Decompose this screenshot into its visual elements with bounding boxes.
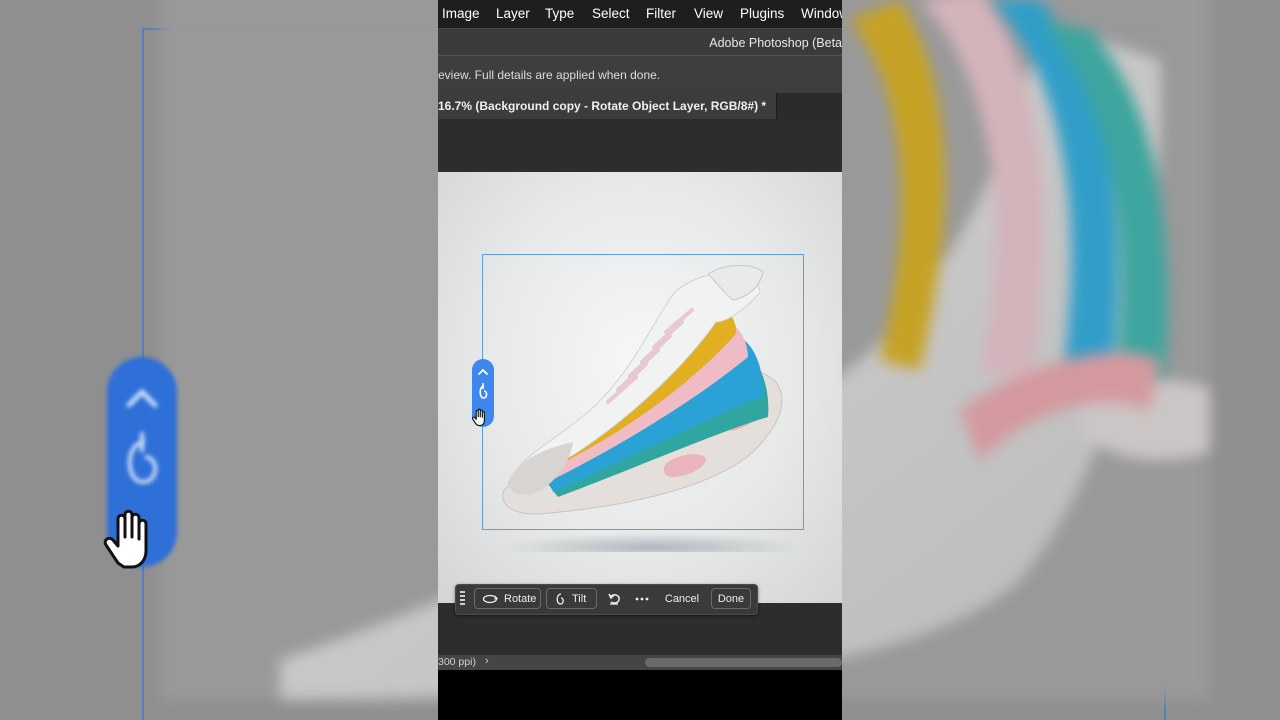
blurred-hand-cursor: [103, 509, 148, 569]
hand-cursor-icon: [471, 408, 485, 426]
menu-view[interactable]: View: [694, 6, 723, 21]
document-tab[interactable]: 16.7% (Background copy - Rotate Object L…: [438, 93, 777, 119]
rotate-object-icon: [479, 383, 488, 399]
grip-icon[interactable]: [460, 591, 465, 607]
menu-window[interactable]: Window: [801, 6, 842, 21]
menu-filter[interactable]: Filter: [646, 6, 676, 21]
menu-plugins[interactable]: Plugins: [740, 6, 784, 21]
preview-notice-text: eview. Full details are applied when don…: [438, 68, 661, 82]
undo-icon: [608, 593, 620, 605]
tilt-button[interactable]: Tilt: [546, 588, 597, 609]
object-selection-box[interactable]: [482, 254, 804, 530]
menu-type[interactable]: Type: [545, 6, 574, 21]
document-info-text: 300 ppi): [438, 656, 476, 668]
cancel-button[interactable]: Cancel: [662, 588, 702, 609]
contextual-task-bar: Rotate Tilt Cancel Done: [455, 584, 758, 615]
menu-bar: Image Layer Type Select Filter View Plug…: [438, 0, 842, 28]
tilt-label: Tilt: [572, 592, 587, 605]
cancel-label: Cancel: [664, 592, 700, 605]
app-title: Adobe Photoshop (Beta: [709, 36, 842, 50]
chevron-up-icon: [478, 368, 488, 375]
more-options-button[interactable]: [633, 588, 651, 609]
menu-select[interactable]: Select: [592, 6, 630, 21]
title-bar: Adobe Photoshop (Beta: [438, 28, 842, 56]
document-tab-title: 16.7% (Background copy - Rotate Object L…: [438, 99, 767, 113]
preview-notice-bar: eview. Full details are applied when don…: [438, 55, 842, 95]
status-chevron-icon[interactable]: ›: [485, 655, 489, 667]
tilt-icon: [556, 592, 564, 605]
rotate-button[interactable]: Rotate: [474, 588, 541, 609]
more-options-icon: [635, 597, 649, 600]
menu-image[interactable]: Image: [442, 6, 480, 21]
rotate-icon: [482, 594, 499, 603]
horizontal-scrollbar[interactable]: [645, 658, 842, 667]
status-bar: 300 ppi) ›: [438, 655, 842, 670]
document-canvas[interactable]: [438, 172, 842, 603]
rotate-label: Rotate: [504, 592, 537, 605]
document-tab-row: 16.7% (Background copy - Rotate Object L…: [438, 93, 842, 120]
done-button[interactable]: Done: [711, 588, 751, 609]
menu-layer[interactable]: Layer: [496, 6, 530, 21]
done-label: Done: [717, 592, 745, 605]
undo-button[interactable]: [605, 588, 623, 609]
